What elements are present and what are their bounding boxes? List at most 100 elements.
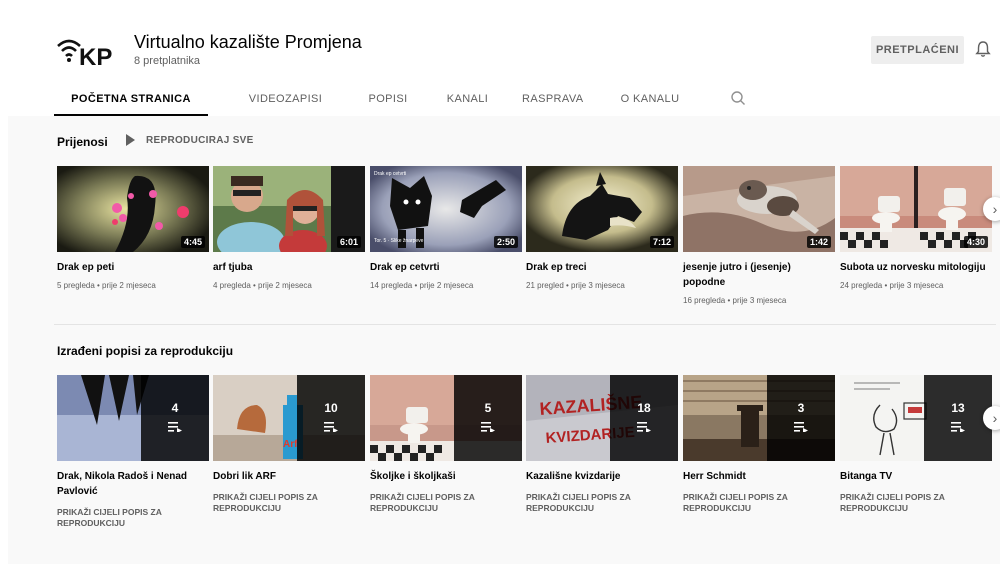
subscriber-count: 8 pretplatnika <box>134 55 201 67</box>
video-meta: 24 pregleda • prije 3 mjeseca <box>840 281 944 290</box>
playlist-count: 3 <box>797 401 805 415</box>
thumbnail-overlay-top: Drak ep cetvrti <box>374 171 406 177</box>
video-title[interactable]: Subota uz norvesku mitologiju <box>840 260 992 275</box>
video-thumbnail[interactable]: 4:45 <box>57 166 209 252</box>
video-duration: 7:12 <box>649 236 674 248</box>
playlists-section-title[interactable]: Izrađeni popisi za reprodukciju <box>57 344 233 358</box>
view-full-playlist-link[interactable]: PRIKAŽI CIJELI POPIS ZA REPRODUKCIJU <box>683 492 835 514</box>
playlist-title[interactable]: Bitanga TV <box>840 469 992 484</box>
video-thumbnail[interactable]: 1:42 <box>683 166 835 252</box>
video-card[interactable]: 4:45 Drak ep peti 5 pregleda • prije 2 m… <box>57 166 209 290</box>
channel-avatar[interactable]: KP <box>54 22 116 80</box>
playlist-icon <box>168 422 182 432</box>
next-videos-button[interactable]: › <box>983 197 1000 221</box>
video-thumbnail[interactable]: 6:01 <box>213 166 365 252</box>
tab-playlists[interactable]: POPISI <box>363 84 413 116</box>
playlist-overlay: 4 <box>141 375 209 461</box>
subscribed-button[interactable]: PRETPLAĆENI <box>871 36 964 64</box>
video-card[interactable]: 4:30 Subota uz norvesku mitologiju 24 pr… <box>840 166 992 290</box>
tab-home[interactable]: POČETNA STRANICA <box>54 84 208 116</box>
video-title[interactable]: jesenje jutro i (jesenje) popodne <box>683 260 835 290</box>
video-duration: 2:50 <box>493 236 518 248</box>
video-card[interactable]: 6:01 arf tjuba 4 pregleda • prije 2 mjes… <box>213 166 365 290</box>
playlist-count: 13 <box>951 401 965 415</box>
playlist-overlay: 5 <box>454 375 522 461</box>
playlist-card[interactable]: 13 Bitanga TV PRIKAŽI CIJELI POPIS ZA RE… <box>840 375 992 514</box>
playlist-thumbnail[interactable]: Arf 10 <box>213 375 365 461</box>
view-full-playlist-link[interactable]: PRIKAŽI CIJELI POPIS ZA REPRODUKCIJU <box>526 492 678 514</box>
next-playlists-button[interactable]: › <box>983 406 1000 430</box>
channel-tabs: POČETNA STRANICA VIDEOZAPISI POPISI KANA… <box>54 84 755 116</box>
video-thumbnail[interactable]: 7:12 <box>526 166 678 252</box>
view-full-playlist-link[interactable]: PRIKAŽI CIJELI POPIS ZA REPRODUKCIJU <box>213 492 365 514</box>
playlist-count: 18 <box>637 401 651 415</box>
chevron-right-icon: › <box>992 201 998 217</box>
view-full-playlist-link[interactable]: PRIKAŽI CIJELI POPIS ZA REPRODUKCIJU <box>57 507 209 529</box>
playlist-title[interactable]: Herr Schmidt <box>683 469 835 484</box>
search-icon <box>731 91 745 105</box>
view-full-playlist-link[interactable]: PRIKAŽI CIJELI POPIS ZA REPRODUKCIJU <box>840 492 992 514</box>
video-duration: 6:01 <box>336 236 361 248</box>
playlist-card[interactable]: 3 Herr Schmidt PRIKAŽI CIJELI POPIS ZA R… <box>683 375 835 514</box>
play-icon <box>126 134 135 146</box>
video-card[interactable]: 1:42 jesenje jutro i (jesenje) popodne 1… <box>683 166 835 305</box>
channel-page: KP Virtualno kazalište Promjena 8 pretpl… <box>8 8 1000 564</box>
playlist-thumbnail[interactable]: 5 <box>370 375 522 461</box>
tab-channels[interactable]: KANALI <box>413 84 522 116</box>
video-card[interactable]: Drak ep cetvrti Tor. 5 · Slike žnarpeve … <box>370 166 522 290</box>
video-title[interactable]: Drak ep treci <box>526 260 678 275</box>
playlist-card[interactable]: 5 Školjke i školjkaši PRIKAŽI CIJELI POP… <box>370 375 522 514</box>
playlist-card[interactable]: KAZALIŠNE KVIZDARIJE 18 Kazališne kvizda… <box>526 375 678 514</box>
video-title[interactable]: Drak ep peti <box>57 260 209 275</box>
tab-discussion[interactable]: RASPRAVA <box>522 84 583 116</box>
play-all-button[interactable]: REPRODUCIRAJ SVE <box>126 134 254 146</box>
playlist-icon <box>324 422 338 432</box>
video-meta: 21 pregled • prije 3 mjeseca <box>526 281 625 290</box>
chevron-right-icon: › <box>992 410 998 426</box>
playlist-overlay: 10 <box>297 375 365 461</box>
video-meta: 4 pregleda • prije 2 mjeseca <box>213 281 312 290</box>
playlist-card[interactable]: Arf 10 Dobri lik ARF PRIKAŽI CIJELI POPI… <box>213 375 365 514</box>
playlist-title[interactable]: Školjke i školjkaši <box>370 469 522 484</box>
playlist-count: 4 <box>171 401 179 415</box>
playlist-thumbnail[interactable]: 3 <box>683 375 835 461</box>
playlist-card[interactable]: 4 Drak, Nikola Radoš i Nenad Pavlović PR… <box>57 375 209 529</box>
playlist-title[interactable]: Kazališne kvizdarije <box>526 469 678 484</box>
video-title[interactable]: arf tjuba <box>213 260 365 275</box>
wifi-icon: KP <box>57 39 112 71</box>
video-card[interactable]: 7:12 Drak ep treci 21 pregled • prije 3 … <box>526 166 678 290</box>
playlist-icon <box>481 422 495 432</box>
tab-about[interactable]: O KANALU <box>577 84 723 116</box>
channel-header: KP Virtualno kazalište Promjena 8 pretpl… <box>8 8 1000 116</box>
channel-title[interactable]: Virtualno kazalište Promjena <box>134 32 362 53</box>
video-meta: 14 pregleda • prije 2 mjeseca <box>370 281 474 290</box>
uploads-section-title[interactable]: Prijenosi <box>57 135 108 149</box>
playlist-overlay: 13 <box>924 375 992 461</box>
video-thumbnail[interactable]: Drak ep cetvrti Tor. 5 · Slike žnarpeve … <box>370 166 522 252</box>
video-thumbnail[interactable]: 4:30 <box>840 166 992 252</box>
tab-search[interactable] <box>723 84 755 116</box>
play-all-label: REPRODUCIRAJ SVE <box>146 134 254 146</box>
thumbnail-brand-text: Arf <box>283 439 298 450</box>
video-duration: 1:42 <box>806 236 831 248</box>
playlist-icon <box>951 422 965 432</box>
playlist-thumbnail[interactable]: KAZALIŠNE KVIZDARIJE 18 <box>526 375 678 461</box>
video-duration: 4:45 <box>180 236 205 248</box>
view-full-playlist-link[interactable]: PRIKAŽI CIJELI POPIS ZA REPRODUKCIJU <box>370 492 522 514</box>
playlist-thumbnail[interactable]: 4 <box>57 375 209 461</box>
playlist-title[interactable]: Dobri lik ARF <box>213 469 365 484</box>
video-meta: 5 pregleda • prije 2 mjeseca <box>57 281 156 290</box>
channel-logo-text: KP <box>79 44 112 71</box>
thumbnail-overlay-bottom: Tor. 5 · Slike žnarpeve <box>374 238 424 244</box>
bell-icon[interactable] <box>975 40 991 58</box>
video-title[interactable]: Drak ep cetvrti <box>370 260 522 275</box>
playlist-overlay: 3 <box>767 375 835 461</box>
tab-videos[interactable]: VIDEOZAPISI <box>208 84 363 116</box>
playlist-overlay: 18 <box>610 375 678 461</box>
section-divider <box>54 324 996 325</box>
playlist-title[interactable]: Drak, Nikola Radoš i Nenad Pavlović <box>57 469 209 499</box>
playlist-thumbnail[interactable]: 13 <box>840 375 992 461</box>
playlist-count: 10 <box>324 401 338 415</box>
playlist-icon <box>794 422 808 432</box>
video-duration: 4:30 <box>963 236 988 248</box>
